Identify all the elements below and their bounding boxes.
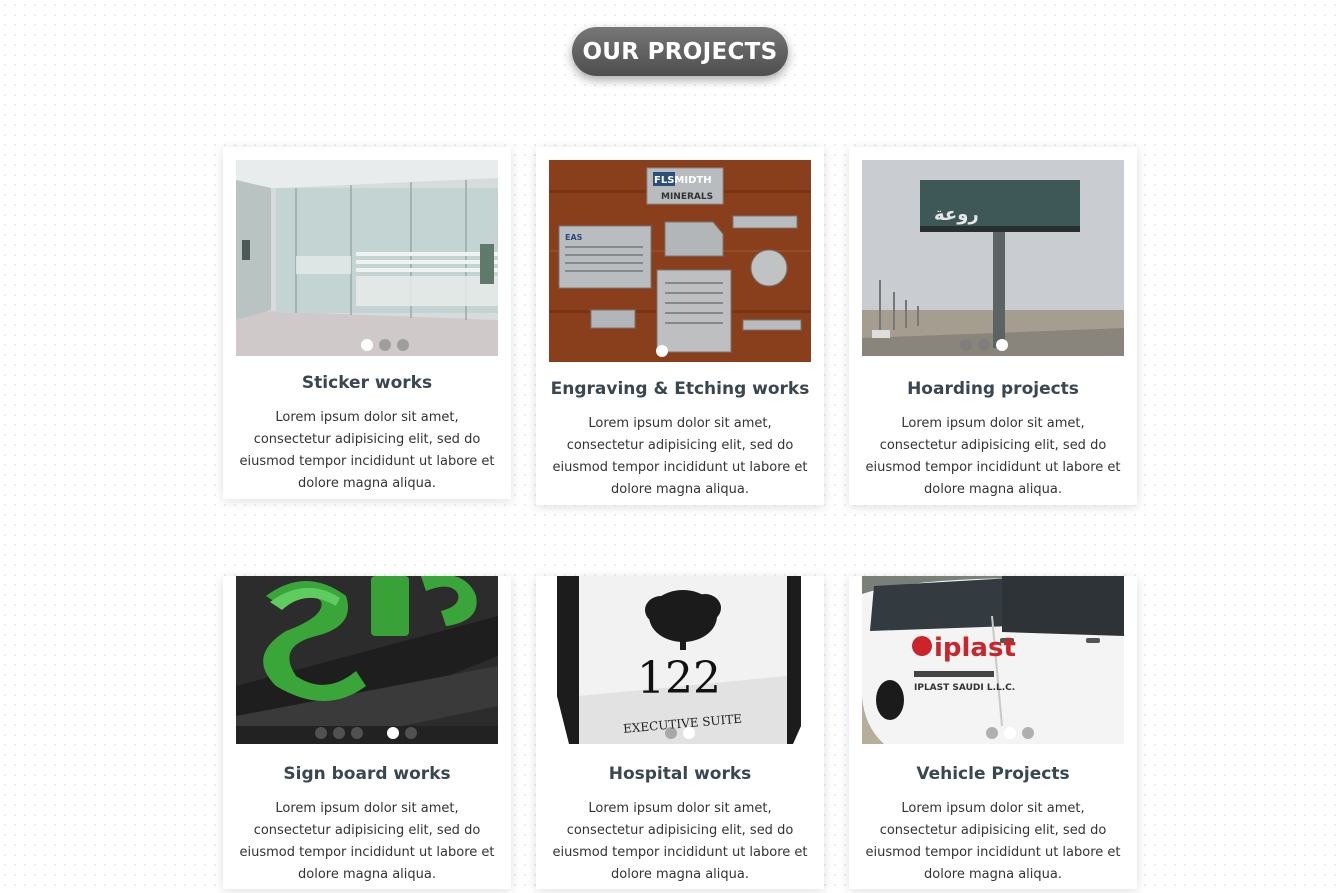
slider-dots	[236, 339, 498, 351]
project-image-slider[interactable]	[236, 576, 498, 744]
project-description: Lorem ipsum dolor sit amet, consectetur …	[239, 801, 495, 882]
project-title: Engraving & Etching works	[550, 379, 810, 399]
slider-dot[interactable]	[665, 727, 677, 739]
slider-dot[interactable]	[333, 727, 345, 739]
nameplate-plate-text: EAS	[565, 233, 583, 242]
project-title: Hoarding projects	[907, 379, 1079, 399]
roadside-billboard-image: روعة	[862, 160, 1124, 356]
project-title: Sign board works	[283, 764, 451, 784]
project-card-hoarding-projects[interactable]: روعة Hoarding projects Lorem ipsum dolor…	[849, 147, 1137, 505]
slider-dot[interactable]	[996, 339, 1008, 351]
project-description: Lorem ipsum dolor sit amet, consectetur …	[239, 410, 495, 491]
slider-dots	[549, 345, 811, 357]
project-image-slider[interactable]: FLSMIDTH MINERALS EAS	[549, 160, 811, 362]
nameplate-sub-text: MINERALS	[661, 192, 713, 202]
slider-dot[interactable]	[405, 727, 417, 739]
project-description: Lorem ipsum dolor sit amet, consectetur …	[552, 801, 808, 882]
section-title: OUR PROJECTS	[572, 27, 788, 76]
slider-dot[interactable]	[656, 345, 668, 357]
slider-dot[interactable]	[397, 339, 409, 351]
metal-nameplates-image: FLSMIDTH MINERALS EAS	[549, 160, 811, 362]
nameplate-brand-text: FLSMIDTH	[654, 175, 712, 186]
project-title: Sticker works	[301, 373, 433, 393]
project-description: Lorem ipsum dolor sit amet, consectetur …	[552, 416, 808, 497]
project-card-sign-board-works[interactable]: Sign board works Lorem ipsum dolor sit a…	[223, 576, 511, 889]
project-description: Lorem ipsum dolor sit amet, consectetur …	[865, 416, 1121, 497]
project-card-sticker-works[interactable]: Sticker works Lorem ipsum dolor sit amet…	[223, 147, 511, 499]
slider-dots	[862, 727, 1124, 739]
slider-dot[interactable]	[1022, 727, 1034, 739]
project-image-slider[interactable]: 122 EXECUTIVE SUITE	[549, 576, 811, 744]
van-brand-text: iplast	[934, 633, 1016, 663]
slider-dot[interactable]	[361, 339, 373, 351]
project-card-vehicle-projects[interactable]: iplast IPLAST SAUDI L.L.C. Vehicle Proje…	[849, 576, 1137, 889]
slider-dot[interactable]	[315, 727, 327, 739]
slider-dot[interactable]	[379, 339, 391, 351]
branded-van-image: iplast IPLAST SAUDI L.L.C.	[862, 576, 1124, 744]
van-company-text: IPLAST SAUDI L.L.C.	[914, 683, 1015, 693]
billboard-text: روعة	[934, 204, 979, 225]
slider-dot[interactable]	[986, 727, 998, 739]
project-title: Hospital works	[608, 764, 752, 784]
slider-dots	[862, 339, 1124, 351]
slider-dot[interactable]	[978, 339, 990, 351]
slider-dot[interactable]	[351, 727, 363, 739]
project-image-slider[interactable]: روعة	[862, 160, 1124, 356]
slider-dot[interactable]	[683, 727, 695, 739]
glass-office-partition-image	[236, 160, 498, 356]
slider-dots	[236, 727, 498, 739]
room-number-text: 122	[637, 653, 721, 704]
slider-dot[interactable]	[960, 339, 972, 351]
project-title: Vehicle Projects	[916, 764, 1070, 784]
project-description: Lorem ipsum dolor sit amet, consectetur …	[865, 801, 1121, 882]
project-image-slider[interactable]: iplast IPLAST SAUDI L.L.C.	[862, 576, 1124, 744]
project-card-hospital-works[interactable]: 122 EXECUTIVE SUITE Hospital works Lorem…	[536, 576, 824, 889]
green-3d-letters-image	[236, 576, 498, 744]
project-image-slider[interactable]	[236, 160, 498, 356]
slider-dot[interactable]	[1004, 727, 1016, 739]
project-card-engraving-etching-works[interactable]: FLSMIDTH MINERALS EAS Engraving & Etchin…	[536, 147, 824, 505]
slider-dot[interactable]	[387, 727, 399, 739]
room-number-sign-image: 122 EXECUTIVE SUITE	[549, 576, 811, 744]
slider-dots	[549, 727, 811, 739]
